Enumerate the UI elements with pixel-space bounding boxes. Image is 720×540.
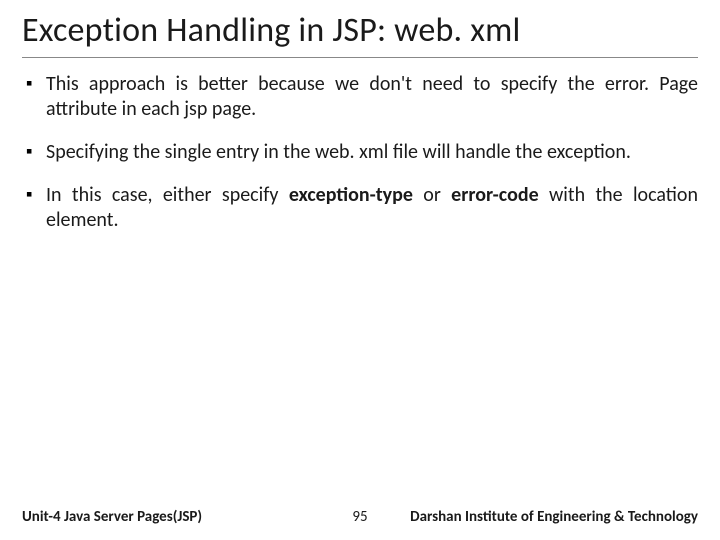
slide-footer: Unit-4 Java Server Pages(JSP) 95 Darshan…	[0, 508, 720, 526]
emphasis: error-code	[451, 183, 538, 207]
slide-title: Exception Handling in JSP: web. xml	[22, 10, 698, 58]
bullet-text: or	[423, 183, 451, 207]
bullet-item: This approach is better because we don't…	[22, 72, 698, 122]
bullet-item: In this case, either specify exception-t…	[22, 183, 698, 233]
bullet-text: In this case, either specify	[46, 183, 289, 207]
footer-left: Unit-4 Java Server Pages(JSP)	[22, 508, 202, 526]
bullet-item: Specifying the single entry in the web. …	[22, 140, 698, 165]
slide: Exception Handling in JSP: web. xml This…	[0, 0, 720, 540]
emphasis: exception-type	[289, 183, 413, 207]
bullet-list: This approach is better because we don't…	[22, 72, 698, 233]
slide-number: 95	[352, 508, 367, 526]
footer-right: Darshan Institute of Engineering & Techn…	[410, 508, 698, 526]
